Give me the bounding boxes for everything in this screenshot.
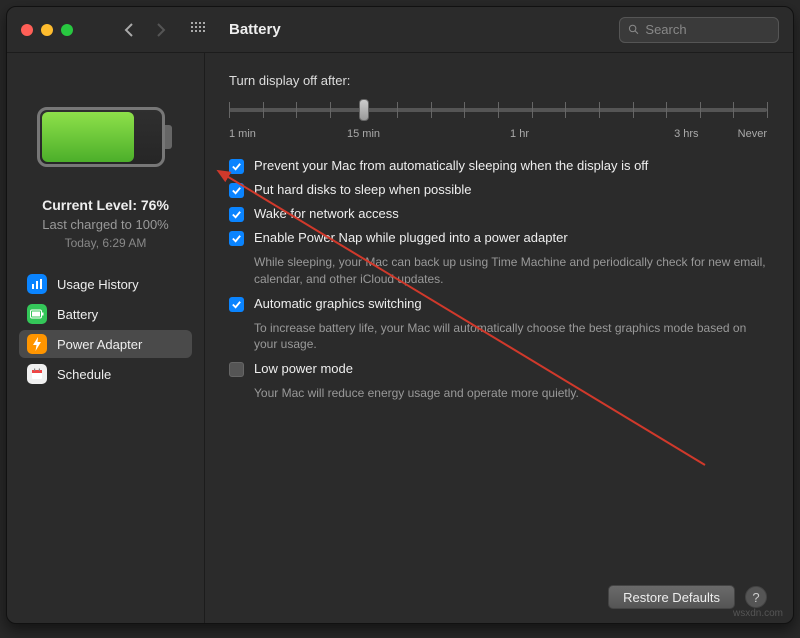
- sidebar-item-battery[interactable]: Battery: [19, 300, 192, 328]
- forward-button: [149, 18, 173, 42]
- slider-tick-label: 15 min: [347, 128, 380, 140]
- sidebar-item-power-adapter[interactable]: Power Adapter: [19, 330, 192, 358]
- option-label: Automatic graphics switching: [254, 296, 422, 311]
- option-label: Prevent your Mac from automatically slee…: [254, 158, 648, 173]
- close-icon[interactable]: [21, 24, 33, 36]
- battery-level-icon: [37, 103, 175, 171]
- search-input[interactable]: [619, 17, 779, 43]
- sidebar: Current Level: 76% Last charged to 100% …: [7, 53, 205, 623]
- calendar-icon: [27, 364, 47, 384]
- apps-grid-button[interactable]: [187, 18, 211, 42]
- bolt-icon: [27, 334, 47, 354]
- watermark: wsxdn.com: [733, 608, 783, 619]
- slider-tick-label: 1 min: [229, 128, 256, 140]
- help-button[interactable]: ?: [745, 586, 767, 608]
- checkbox-4[interactable]: [229, 297, 244, 312]
- window-title: Battery: [229, 21, 281, 38]
- slider-thumb[interactable]: [359, 99, 369, 121]
- last-charged-time: Today, 6:29 AM: [65, 236, 147, 250]
- sidebar-item-schedule[interactable]: Schedule: [19, 360, 192, 388]
- slider-tick-label: 3 hrs: [674, 128, 698, 140]
- grid-icon: [191, 22, 207, 38]
- option-label: Put hard disks to sleep when possible: [254, 182, 472, 197]
- current-level-label: Current Level: 76%: [42, 197, 169, 213]
- last-charged-label: Last charged to 100%: [42, 217, 168, 232]
- slider-tick-label: 1 hr: [510, 128, 529, 140]
- sidebar-item-label: Schedule: [57, 367, 111, 382]
- battery-icon: [27, 304, 47, 324]
- option-label: Low power mode: [254, 361, 353, 376]
- restore-defaults-button[interactable]: Restore Defaults: [608, 585, 735, 609]
- checkbox-2[interactable]: [229, 207, 244, 222]
- checkbox-3[interactable]: [229, 231, 244, 246]
- option-description: While sleeping, your Mac can back up usi…: [254, 254, 767, 288]
- titlebar: Battery: [7, 7, 793, 53]
- checkbox-5[interactable]: [229, 362, 244, 377]
- search-icon: [628, 23, 639, 36]
- sidebar-item-label: Power Adapter: [57, 337, 142, 352]
- slider-tick-label: Never: [738, 128, 767, 140]
- minimize-icon[interactable]: [41, 24, 53, 36]
- main-panel: Turn display off after: 1 min 15 min 1 hr 3…: [205, 53, 793, 623]
- option-label: Enable Power Nap while plugged into a po…: [254, 230, 568, 245]
- option-label: Wake for network access: [254, 206, 399, 221]
- display-off-slider[interactable]: [229, 94, 767, 126]
- window-controls: [21, 24, 73, 36]
- checkbox-0[interactable]: [229, 159, 244, 174]
- chart-bar-icon: [27, 274, 47, 294]
- option-description: Your Mac will reduce energy usage and op…: [254, 385, 767, 402]
- sidebar-item-label: Battery: [57, 307, 98, 322]
- search-field[interactable]: [645, 22, 770, 37]
- slider-label: Turn display off after:: [229, 73, 767, 88]
- sidebar-item-label: Usage History: [57, 277, 139, 292]
- back-button[interactable]: [117, 18, 141, 42]
- maximize-icon[interactable]: [61, 24, 73, 36]
- checkbox-1[interactable]: [229, 183, 244, 198]
- option-description: To increase battery life, your Mac will …: [254, 320, 767, 354]
- sidebar-item-usage-history[interactable]: Usage History: [19, 270, 192, 298]
